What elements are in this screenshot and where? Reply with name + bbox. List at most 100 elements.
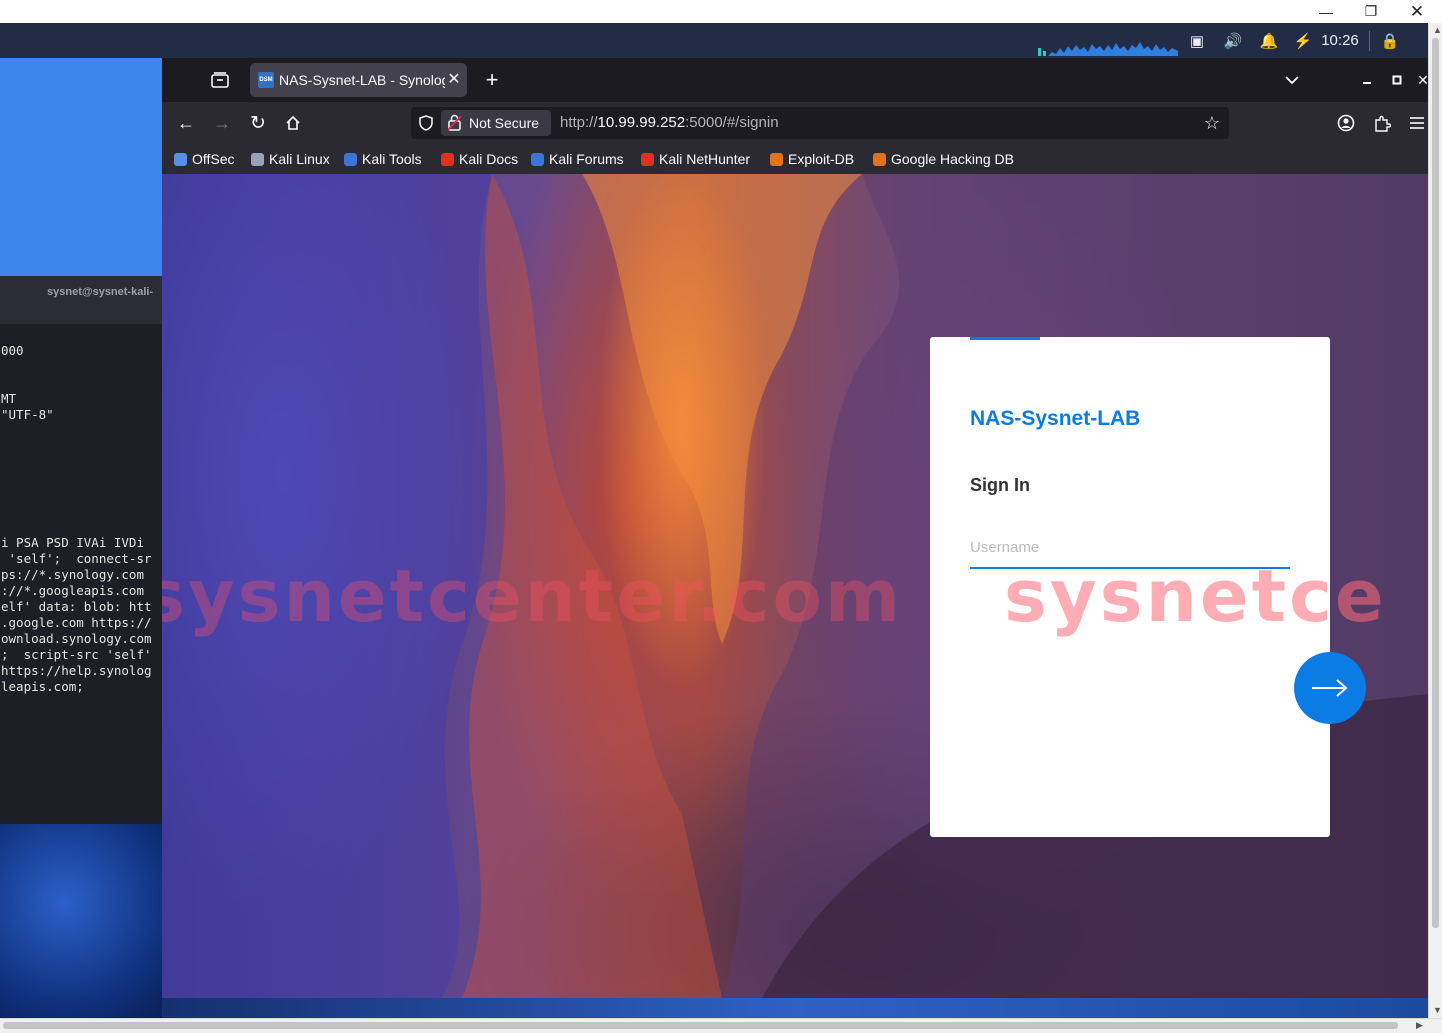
synology-favicon: DSM (258, 72, 274, 88)
desktop-wallpaper-strip (162, 998, 1428, 1019)
bookmark-kali-linux[interactable]: Kali Linux (251, 149, 330, 169)
reload-icon[interactable]: ↻ (246, 111, 270, 135)
close-icon[interactable]: ✕ (1394, 0, 1440, 23)
navigation-toolbar: ← → ↻ Not Secure http://10.99.99.252:500… (162, 102, 1428, 144)
url-path: :5000/#/signin (685, 114, 779, 131)
tab-synology[interactable]: DSM NAS-Sysnet-LAB - Synology ✕ (250, 63, 467, 97)
firefox-view-icon[interactable] (208, 68, 232, 92)
bookmark-offsec[interactable]: OffSec (174, 149, 235, 169)
bookmark-kali-nethunter[interactable]: Kali NetHunter (641, 149, 750, 169)
scroll-right-icon[interactable]: ▶ (1416, 1020, 1423, 1031)
tab-title: NAS-Sysnet-LAB - Synology (279, 72, 445, 88)
home-icon[interactable] (281, 111, 305, 135)
terminal-line: ://*.googleapis.com (1, 583, 144, 598)
browser-window: DSM NAS-Sysnet-LAB - Synology ✕ + ✕ ← → … (162, 58, 1428, 998)
window-close-icon[interactable]: ✕ (1415, 70, 1428, 90)
tab-bar: DSM NAS-Sysnet-LAB - Synology ✕ + ✕ (162, 58, 1428, 102)
viewer-titlebar: — ❐ ✕ (0, 0, 1442, 23)
server-name: NAS-Sysnet-LAB (970, 407, 1141, 430)
vertical-scrollbar[interactable]: ▲ ▼ (1428, 23, 1442, 1019)
extensions-icon[interactable] (1370, 111, 1394, 135)
lock-icon[interactable]: 🔒 (1378, 23, 1402, 58)
terminal-titlebar[interactable]: sysnet@sysnet-kali- (0, 276, 162, 324)
kali-forums-icon (531, 152, 544, 166)
clock[interactable]: 10:26 (1318, 23, 1362, 58)
minimize-icon[interactable]: — (1303, 0, 1349, 23)
url-bar[interactable]: Not Secure http://10.99.99.252:5000/#/si… (411, 107, 1229, 139)
kali-tools-icon (344, 152, 357, 166)
bookmark-label: Kali NetHunter (659, 151, 751, 167)
desktop-wallpaper-area (0, 58, 162, 276)
bookmark-label: Exploit-DB (788, 151, 855, 167)
terminal-line: "UTF-8" (1, 407, 54, 422)
bookmark-label: OffSec (192, 151, 235, 167)
page-content: sysnetcenter.com NAS-Sysnet-LAB Sign In … (162, 174, 1428, 998)
forward-icon[interactable]: → (210, 111, 234, 135)
volume-icon[interactable]: 🔊 (1221, 23, 1245, 58)
terminal-line: ; script-src 'self' (1, 647, 152, 662)
back-icon[interactable]: ← (174, 111, 198, 135)
bookmark-label: Kali Docs (459, 151, 519, 167)
terminal-line: leapis.com; (1, 679, 84, 694)
display-icon[interactable]: ▣ (1185, 23, 1209, 58)
terminal-title: sysnet@sysnet-kali- (47, 286, 154, 298)
watermark-left: sysnetcenter.com (162, 554, 903, 638)
next-button[interactable] (1294, 652, 1366, 724)
bookmark-label: Google Hacking DB (891, 151, 1014, 167)
desktop-wallpaper-bottom (0, 824, 162, 1019)
terminal-line: i PSA PSD IVAi IVDi (1, 535, 144, 550)
bookmark-exploit-db[interactable]: Exploit-DB (770, 149, 854, 169)
panel-separator (1369, 31, 1370, 51)
url-text[interactable]: http://10.99.99.252:5000/#/signin (560, 114, 779, 132)
list-tabs-icon[interactable] (1280, 68, 1304, 92)
url-scheme: http:// (560, 114, 598, 131)
account-icon[interactable] (1334, 111, 1358, 135)
restore-icon[interactable]: ❐ (1348, 0, 1394, 23)
bookmark-label: Kali Linux (269, 151, 330, 167)
not-secure-label: Not Secure (469, 115, 540, 131)
terminal-line: https://help.synolog (1, 663, 152, 678)
tracking-protection-icon[interactable] (416, 114, 436, 132)
offsec-icon (174, 152, 187, 166)
bookmark-star-icon[interactable]: ☆ (1201, 113, 1223, 133)
new-tab-icon[interactable]: + (480, 67, 504, 92)
bookmark-kali-tools[interactable]: Kali Tools (344, 149, 422, 169)
horizontal-scrollbar-thumb[interactable] (3, 1022, 1398, 1029)
vertical-scrollbar-thumb[interactable] (1432, 38, 1439, 928)
horizontal-scrollbar[interactable]: ▶ (0, 1018, 1442, 1033)
window-maximize-icon[interactable] (1385, 70, 1409, 90)
top-panel: ▣ 🔊 🔔 ⚡ 10:26 🔒 (0, 23, 1428, 58)
arrow-right-icon (1312, 679, 1348, 697)
kali-docs-icon (441, 152, 454, 166)
terminal-line: .google.com https:// (1, 615, 152, 630)
bookmark-label: Kali Tools (362, 151, 422, 167)
bookmark-google-hacking-db[interactable]: Google Hacking DB (873, 149, 1014, 169)
nethunter-icon (641, 152, 654, 166)
watermark-right: sysnetce (1004, 554, 1387, 638)
menu-icon[interactable] (1406, 111, 1428, 135)
card-accent-bar (970, 337, 1040, 340)
bell-icon[interactable]: 🔔 (1257, 23, 1281, 58)
terminal-line: ps://*.synology.com (1, 567, 144, 582)
bookmarks-toolbar: OffSec Kali Linux Kali Tools Kali Docs K… (162, 144, 1428, 174)
terminal-line: MT (1, 391, 17, 406)
cpu-graph (1038, 42, 1178, 56)
url-host: 10.99.99.252 (597, 114, 686, 131)
window-minimize-icon[interactable] (1355, 70, 1379, 90)
terminal-line: ownload.synology.com (1, 631, 152, 646)
tab-close-icon[interactable]: ✕ (445, 70, 463, 90)
scroll-up-icon[interactable]: ▲ (1433, 25, 1442, 35)
terminal-window[interactable]: sysnet@sysnet-kali- 000 MT "UTF-8" i PSA PS… (0, 276, 162, 824)
scroll-down-icon[interactable]: ▼ (1433, 1005, 1442, 1015)
bookmark-kali-forums[interactable]: Kali Forums (531, 149, 624, 169)
terminal-line: 'self'; connect-sr (1, 551, 152, 566)
power-icon[interactable]: ⚡ (1292, 23, 1314, 58)
insecure-lock-icon (447, 114, 462, 134)
bookmark-kali-docs[interactable]: Kali Docs (441, 149, 518, 169)
terminal-line: 000 (1, 343, 24, 358)
not-secure-indicator[interactable]: Not Secure (441, 110, 551, 136)
terminal-line: elf' data: blob: htt (1, 599, 152, 614)
signin-heading: Sign In (970, 475, 1030, 495)
exploit-db-icon (770, 152, 783, 166)
kali-icon (251, 152, 264, 166)
